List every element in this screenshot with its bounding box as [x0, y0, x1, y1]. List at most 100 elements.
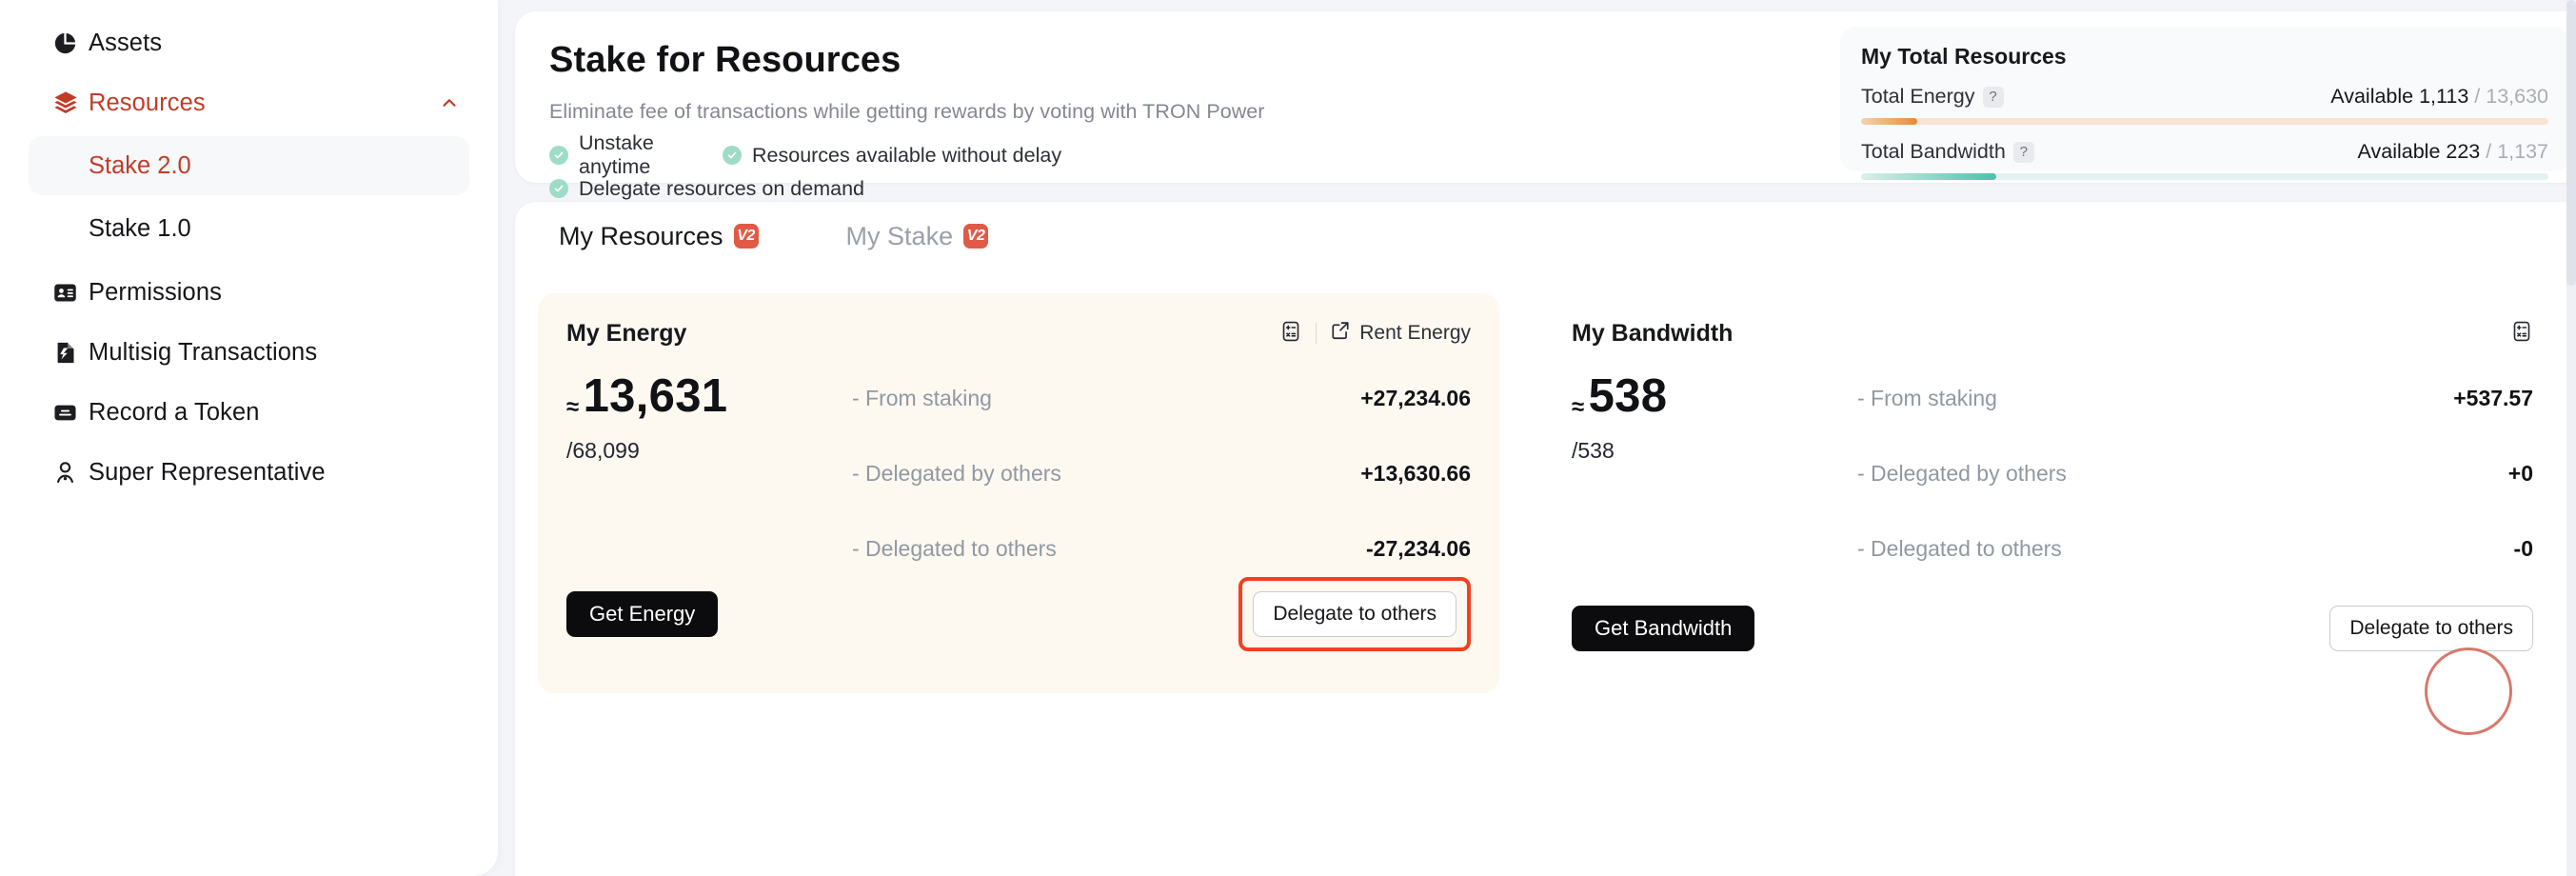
layers-icon	[52, 90, 89, 116]
bandwidth-amount-block: ≈ 538 /538	[1572, 369, 1857, 567]
resources-panel: My Resources V2 My Stake V2 My Energy Re…	[515, 202, 2576, 876]
energy-card-footer: Get Energy Delegate to others	[566, 577, 1471, 651]
sidebar-item-label: Multisig Transactions	[89, 338, 318, 366]
breakdown-label: - From staking	[852, 385, 992, 410]
total-energy-value: Available 1,113 / 13,630	[2330, 85, 2548, 108]
highlight-outline: Delegate to others	[1238, 577, 1471, 651]
breakdown-row: - Delegated to others -27,234.06	[852, 529, 1471, 567]
energy-breakdown: - From staking +27,234.06 - Delegated by…	[852, 369, 1471, 567]
breakdown-label: - Delegated by others	[852, 460, 1061, 486]
bandwidth-denominator: /538	[1572, 438, 1615, 463]
floating-action-button[interactable]	[2425, 647, 2512, 735]
breakdown-label: - Delegated to others	[852, 535, 1057, 561]
breakdown-value: +27,234.06	[1360, 385, 1471, 410]
sidebar-subitem-stake-1[interactable]: Stake 1.0	[29, 199, 469, 258]
chevron-up-icon[interactable]	[439, 92, 460, 113]
bandwidth-card-footer: Get Bandwidth Delegate to others	[1572, 606, 2533, 651]
help-icon[interactable]: ?	[2012, 141, 2034, 163]
feature-bullets: Unstake anytime Resources available with…	[549, 131, 1139, 203]
sidebar: Assets Resources Stake 2.0 Stake 1.0 Per…	[0, 0, 498, 876]
sidebar-item-label: Assets	[89, 29, 163, 56]
main-content: Stake for Resources Eliminate fee of tra…	[498, 0, 2576, 876]
totals-title: My Total Resources	[1861, 44, 2067, 69]
v2-badge-icon: V2	[733, 224, 759, 249]
feature-bullet-label: Unstake anytime	[579, 131, 654, 178]
sidebar-item-label: Resources	[89, 89, 206, 116]
token-card-icon	[52, 400, 89, 426]
sidebar-subitem-stake-2[interactable]: Stake 2.0	[29, 136, 469, 195]
bandwidth-breakdown: - From staking +537.57 - Delegated by ot…	[1857, 369, 2533, 567]
my-energy-card: My Energy Rent Energy ≈ 13,631 /68,099 -…	[538, 293, 1499, 693]
sidebar-subitem-label: Stake 1.0	[89, 214, 191, 242]
bandwidth-card-header: My Bandwidth	[1572, 318, 2533, 348]
pie-chart-icon	[52, 30, 89, 56]
sidebar-item-multisig-transactions[interactable]: Multisig Transactions	[29, 323, 469, 382]
sidebar-item-super-representative[interactable]: Super Representative	[29, 443, 469, 502]
feature-bullet-label: Delegate resources on demand	[579, 176, 864, 200]
total-bandwidth-label: Total Bandwidth ?	[1861, 140, 2034, 164]
approx-symbol: ≈	[566, 393, 580, 420]
total-energy-row: Total Energy ? Available 1,113 / 13,630	[1861, 85, 2548, 109]
breakdown-value: +537.57	[2453, 385, 2533, 410]
calculator-icon[interactable]	[2510, 320, 2533, 348]
tab-label: My Stake	[845, 221, 954, 250]
rent-energy-link[interactable]: Rent Energy	[1330, 320, 1471, 347]
sidebar-item-record-a-token[interactable]: Record a Token	[29, 383, 469, 442]
get-energy-button[interactable]: Get Energy	[566, 591, 719, 637]
tab-my-stake[interactable]: My Stake V2	[803, 202, 1033, 270]
total-energy-label: Total Energy ?	[1861, 85, 2004, 109]
resource-cards: My Energy Rent Energy ≈ 13,631 /68,099 -…	[515, 270, 2576, 735]
hero-card: Stake for Resources Eliminate fee of tra…	[515, 11, 2576, 200]
person-award-icon	[52, 460, 89, 486]
breakdown-row: - Delegated to others -0	[1857, 529, 2533, 567]
document-signature-icon	[52, 340, 89, 366]
energy-card-title: My Energy	[566, 319, 687, 347]
breakdown-label: - Delegated by others	[1857, 460, 2067, 486]
total-bandwidth-value: Available 223 / 1,137	[2357, 140, 2548, 163]
breakdown-value: +0	[2507, 460, 2533, 486]
v2-badge-icon: V2	[963, 224, 989, 249]
bandwidth-card-tools	[2510, 320, 2533, 348]
get-bandwidth-button[interactable]: Get Bandwidth	[1572, 606, 1755, 651]
sidebar-item-resources[interactable]: Resources	[29, 73, 469, 132]
sidebar-item-label: Record a Token	[89, 398, 260, 426]
feature-bullet: Resources available without delay	[723, 141, 1122, 169]
check-circle-icon	[723, 146, 742, 165]
sidebar-item-label: Permissions	[89, 278, 222, 306]
help-icon[interactable]: ?	[1982, 86, 2004, 108]
bandwidth-amount: 538	[1588, 370, 1668, 422]
breakdown-row: - From staking +537.57	[1857, 379, 2533, 417]
breakdown-row: - Delegated by others +13,630.66	[852, 454, 1471, 492]
feature-bullet: Delegate resources on demand	[549, 174, 1139, 203]
energy-card-tools: Rent Energy	[1279, 320, 1471, 348]
bandwidth-delegate-to-others-button[interactable]: Delegate to others	[2329, 606, 2533, 651]
tab-label: My Resources	[559, 221, 723, 250]
total-bandwidth-progress-bar	[1861, 173, 2548, 180]
tool-divider	[1316, 323, 1318, 344]
breakdown-label: - Delegated to others	[1857, 535, 2062, 561]
my-total-resources-panel: My Total Resources Total Energy ? Availa…	[1840, 27, 2569, 180]
breakdown-value: -0	[2513, 535, 2533, 561]
breakdown-value: +13,630.66	[1360, 460, 1471, 486]
my-bandwidth-card: My Bandwidth ≈ 538 /538 - From staking +…	[1543, 293, 2562, 735]
sidebar-item-permissions[interactable]: Permissions	[29, 263, 469, 322]
energy-delegate-to-others-button[interactable]: Delegate to others	[1253, 591, 1456, 637]
breakdown-row: - Delegated by others +0	[1857, 454, 2533, 492]
id-card-icon	[52, 280, 89, 306]
bandwidth-card-title: My Bandwidth	[1572, 319, 1734, 347]
feature-bullet-label: Resources available without delay	[752, 143, 1062, 167]
energy-amount-block: ≈ 13,631 /68,099	[566, 369, 852, 567]
sidebar-subitem-label: Stake 2.0	[89, 151, 191, 179]
bandwidth-card-body: ≈ 538 /538 - From staking +537.57 - Dele…	[1572, 369, 2533, 567]
check-circle-icon	[549, 179, 568, 198]
breakdown-label: - From staking	[1857, 385, 1997, 410]
tab-my-resources[interactable]: My Resources V2	[515, 202, 803, 270]
rent-energy-label: Rent Energy	[1359, 322, 1471, 344]
app-root: Assets Resources Stake 2.0 Stake 1.0 Per…	[0, 0, 2576, 876]
sidebar-item-assets[interactable]: Assets	[29, 13, 469, 72]
calculator-icon[interactable]	[1279, 320, 1302, 348]
energy-amount: 13,631	[583, 370, 728, 422]
energy-card-header: My Energy Rent Energy	[566, 318, 1471, 348]
page-scrollbar[interactable]	[2566, 0, 2576, 876]
energy-denominator: /68,099	[566, 438, 640, 463]
